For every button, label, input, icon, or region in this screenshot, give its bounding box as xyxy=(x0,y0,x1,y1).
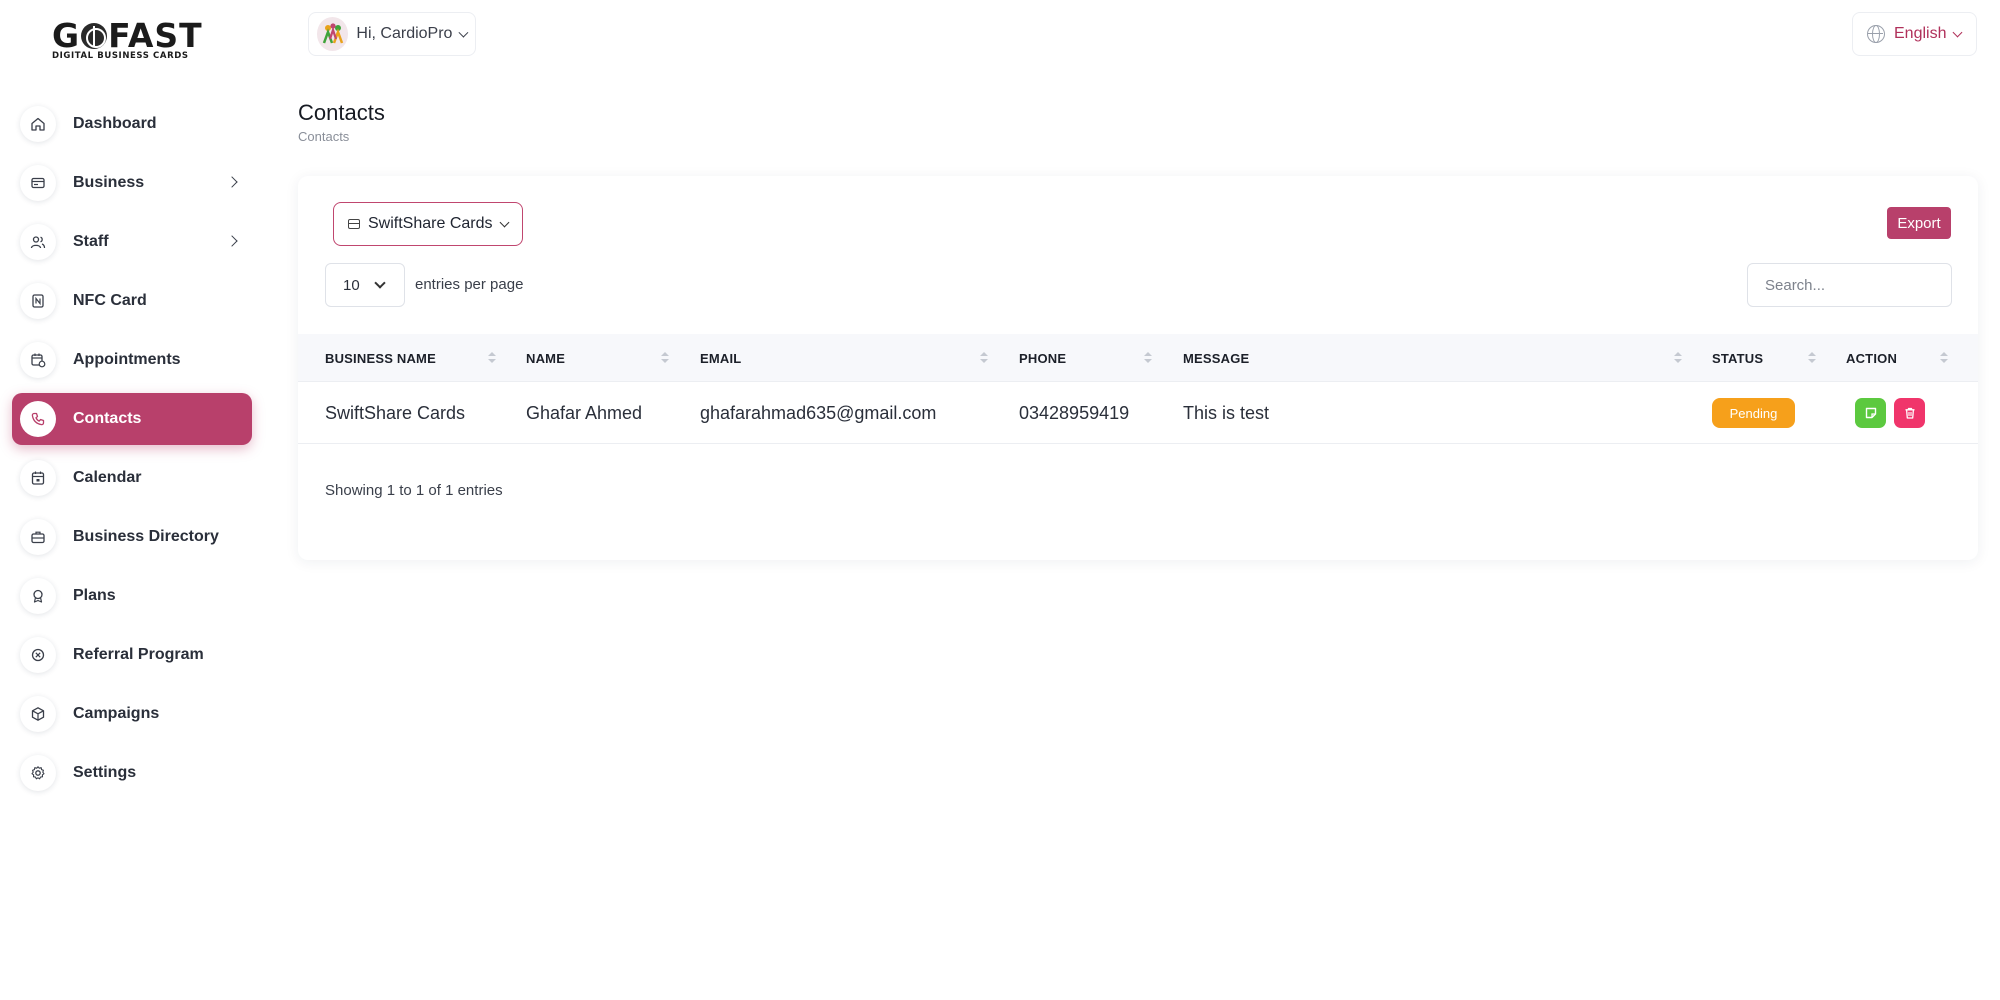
user-menu-button[interactable]: Hi, CardioPro xyxy=(308,12,476,56)
logo-globe-icon xyxy=(81,23,108,49)
trash-icon xyxy=(1905,407,1914,419)
globe-icon xyxy=(1867,25,1885,43)
gear-icon xyxy=(20,755,56,791)
avatar xyxy=(317,17,349,51)
sidebar-item-label: Campaigns xyxy=(73,705,160,722)
home-icon xyxy=(20,106,56,142)
cell-business-name: SwiftShare Cards xyxy=(325,402,466,423)
business-filter-label: SwiftShare Cards xyxy=(368,215,493,232)
column-header-status[interactable]: STATUS xyxy=(1712,334,1763,382)
page-title: Contacts xyxy=(298,100,385,125)
card-icon xyxy=(348,219,360,229)
logo-text-suffix: FAST xyxy=(108,16,203,55)
cell-phone: 03428959419 xyxy=(1019,402,1130,423)
cell-email: ghafarahmad635@gmail.com xyxy=(700,402,937,423)
referral-icon xyxy=(20,637,56,673)
sidebar-item-campaigns[interactable]: Campaigns xyxy=(12,688,252,740)
sidebar-item-label: Appointments xyxy=(73,351,181,368)
sort-icon[interactable] xyxy=(488,352,496,364)
sidebar-item-label: Business xyxy=(73,174,145,191)
sidebar-item-settings[interactable]: Settings xyxy=(12,747,252,799)
sidebar-item-calendar[interactable]: Calendar xyxy=(12,452,252,504)
cell-message: This is test xyxy=(1183,402,1270,423)
column-header-business-name[interactable]: BUSINESS NAME xyxy=(325,334,436,382)
sidebar-item-business-directory[interactable]: Business Directory xyxy=(12,511,252,563)
users-icon xyxy=(20,224,56,260)
delete-button[interactable] xyxy=(1894,398,1925,428)
logo-text-prefix: G xyxy=(52,16,81,55)
breadcrumb[interactable]: Contacts xyxy=(298,129,349,144)
sidebar-item-referral-program[interactable]: Referral Program xyxy=(12,629,252,681)
briefcase-icon xyxy=(20,519,56,555)
sidebar-item-label: Settings xyxy=(73,764,137,781)
sidebar-item-label: Plans xyxy=(73,587,116,604)
id-card-icon xyxy=(20,165,56,201)
edit-icon xyxy=(1865,407,1876,419)
contacts-card: SwiftShare Cards Export 10 entries per p… xyxy=(298,176,1978,560)
award-icon xyxy=(20,578,56,614)
table-header: BUSINESS NAME NAME EMAIL PHONE MESSAGE S… xyxy=(298,334,1978,382)
sort-icon[interactable] xyxy=(1144,352,1152,364)
sort-icon[interactable] xyxy=(1940,352,1948,364)
language-label: English xyxy=(1894,25,1947,42)
sidebar-item-label: Contacts xyxy=(73,410,142,427)
sort-icon[interactable] xyxy=(1674,352,1682,364)
sidebar-item-label: Referral Program xyxy=(73,646,204,663)
sidebar-item-staff[interactable]: Staff xyxy=(12,216,252,268)
edit-button[interactable] xyxy=(1855,398,1886,428)
calendar-clock-icon xyxy=(20,342,56,378)
sidebar-item-label: Staff xyxy=(73,233,109,250)
column-header-name[interactable]: NAME xyxy=(526,334,565,382)
sidebar-item-label: Dashboard xyxy=(73,115,157,132)
entries-per-page-value: 10 xyxy=(343,276,360,294)
sidebar-item-contacts[interactable]: Contacts xyxy=(12,393,252,445)
entries-per-page-select[interactable]: 10 xyxy=(325,263,405,307)
sort-icon[interactable] xyxy=(980,352,988,364)
user-greeting: Hi, CardioPro xyxy=(356,25,453,42)
sidebar-item-business[interactable]: Business xyxy=(12,157,252,209)
sidebar-item-dashboard[interactable]: Dashboard xyxy=(12,98,252,150)
sidebar-item-label: Calendar xyxy=(73,469,142,486)
language-selector[interactable]: English xyxy=(1852,12,1977,56)
search-input[interactable] xyxy=(1747,263,1952,307)
business-filter-dropdown[interactable]: SwiftShare Cards xyxy=(333,202,523,246)
column-header-message[interactable]: MESSAGE xyxy=(1183,334,1249,382)
sidebar: Dashboard Business Staff NFC Card Appoin… xyxy=(12,98,252,806)
chevron-right-icon xyxy=(226,235,238,247)
box-icon xyxy=(20,696,56,732)
pagination-info: Showing 1 to 1 of 1 entries xyxy=(325,482,503,499)
status-badge: Pending xyxy=(1712,398,1795,428)
sidebar-item-appointments[interactable]: Appointments xyxy=(12,334,252,386)
sort-icon[interactable] xyxy=(661,352,669,364)
sidebar-item-label: NFC Card xyxy=(73,292,147,309)
column-header-email[interactable]: EMAIL xyxy=(700,334,741,382)
avatar-people-icon xyxy=(322,23,343,44)
sidebar-item-plans[interactable]: Plans xyxy=(12,570,252,622)
chevron-down-icon xyxy=(458,27,469,37)
chevron-down-icon xyxy=(374,277,386,289)
column-header-action[interactable]: ACTION xyxy=(1846,334,1897,382)
nfc-icon xyxy=(20,283,56,319)
entries-per-page-label: entries per page xyxy=(415,276,524,293)
chevron-right-icon xyxy=(226,176,238,188)
sidebar-item-nfc-card[interactable]: NFC Card xyxy=(12,275,252,327)
sort-icon[interactable] xyxy=(1808,352,1816,364)
calendar-icon xyxy=(20,460,56,496)
chevron-down-icon xyxy=(1953,27,1963,37)
column-header-phone[interactable]: PHONE xyxy=(1019,334,1066,382)
cell-name: Ghafar Ahmed xyxy=(526,402,643,423)
app-logo[interactable]: G FAST DIGITAL BUSINESS CARDS xyxy=(52,16,214,62)
phone-icon xyxy=(20,401,56,437)
chevron-down-icon xyxy=(499,217,509,227)
sidebar-item-label: Business Directory xyxy=(73,528,219,545)
export-button[interactable]: Export xyxy=(1887,207,1951,239)
table-row: SwiftShare Cards Ghafar Ahmed ghafarahma… xyxy=(298,382,1978,444)
